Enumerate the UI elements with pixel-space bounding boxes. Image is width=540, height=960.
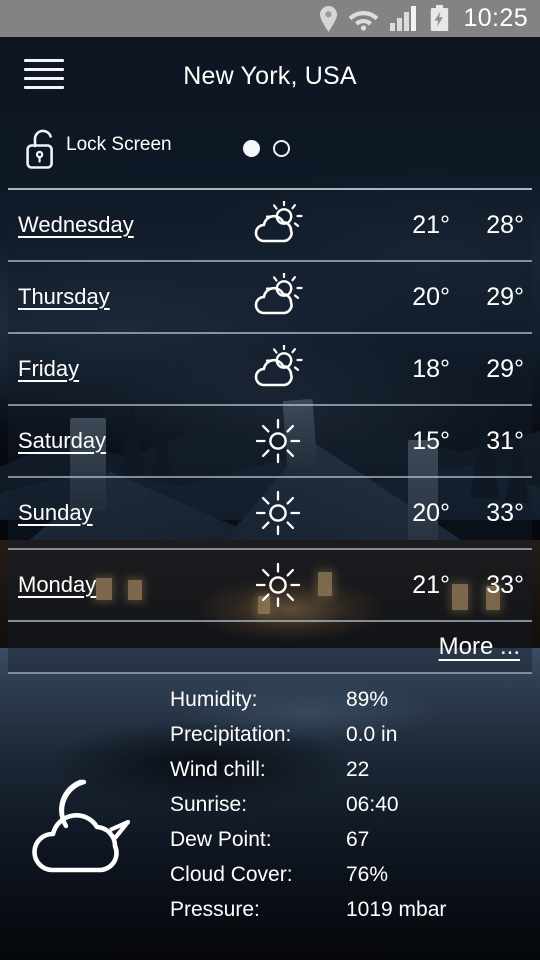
detail-row: Pressure: 1019 mbar [0, 898, 540, 933]
detail-value: 06:40 [346, 793, 399, 816]
lock-screen-label: Lock Screen [66, 134, 172, 155]
detail-label: Wind chill: [170, 758, 266, 781]
forecast-low: 21° [412, 570, 450, 599]
forecast-day[interactable]: Friday [18, 356, 79, 382]
forecast-low: 20° [412, 282, 450, 311]
detail-value: 1019 mbar [346, 898, 447, 921]
table-row[interactable]: Sunday 20° 33° [8, 478, 532, 550]
forecast-day[interactable]: Wednesday [18, 212, 134, 238]
unlocked-padlock-icon[interactable] [26, 126, 59, 172]
forecast-high: 29° [486, 282, 524, 311]
weather-app-screen: 10:25 New York, USA Lock Screen Wednesda… [0, 0, 540, 960]
hamburger-menu-icon[interactable] [24, 55, 64, 93]
detail-label: Humidity: [170, 688, 258, 711]
sunny-icon [246, 561, 310, 609]
forecast-high: 33° [486, 498, 524, 527]
forecast-panel: Wednesday 21° 28° Thursday 20° 29° Frida… [8, 188, 532, 674]
detail-label: Precipitation: [170, 723, 292, 746]
status-bar: 10:25 [0, 0, 540, 37]
detail-value: 22 [346, 758, 370, 781]
forecast-high: 28° [486, 210, 524, 239]
app-header: New York, USA [0, 37, 540, 115]
page-dot-active[interactable] [243, 140, 260, 157]
detail-label: Sunrise: [170, 793, 248, 816]
forecast-day[interactable]: Thursday [18, 284, 110, 310]
forecast-high: 33° [486, 570, 524, 599]
detail-value: 89% [346, 688, 389, 711]
detail-label: Dew Point: [170, 828, 272, 851]
forecast-day[interactable]: Monday [18, 572, 96, 598]
table-row[interactable]: Saturday 15° 31° [8, 406, 532, 478]
signal-bars-icon [390, 6, 417, 31]
partly-cloudy-icon [246, 345, 310, 393]
more-row: More ... [8, 622, 532, 672]
detail-label: Pressure: [170, 898, 260, 921]
status-bar-clock: 10:25 [463, 4, 528, 32]
detail-value: 0.0 in [346, 723, 398, 746]
forecast-high: 31° [486, 426, 524, 455]
forecast-low: 21° [412, 210, 450, 239]
more-link[interactable]: More ... [439, 633, 520, 661]
lock-screen-row: Lock Screen [0, 122, 540, 178]
forecast-low: 18° [412, 354, 450, 383]
table-row[interactable]: Thursday 20° 29° [8, 262, 532, 334]
forecast-high: 29° [486, 354, 524, 383]
page-indicator[interactable] [243, 140, 290, 157]
detail-row: Dew Point: 67 [0, 828, 540, 863]
forecast-day[interactable]: Saturday [18, 428, 106, 454]
page-dot-inactive[interactable] [273, 140, 290, 157]
forecast-low: 15° [412, 426, 450, 455]
table-row[interactable]: Wednesday 21° 28° [8, 190, 532, 262]
page-title: New York, USA [183, 61, 357, 90]
detail-value: 67 [346, 828, 370, 851]
partly-cloudy-icon [246, 273, 310, 321]
detail-row: Humidity: 89% [0, 688, 540, 723]
location-pin-icon [320, 5, 338, 32]
details-panel: Humidity: 89% Precipitation: 0.0 in Wind… [0, 688, 540, 960]
wifi-icon [349, 10, 379, 31]
detail-row: Cloud Cover: 76% [0, 863, 540, 898]
partly-cloudy-icon [246, 201, 310, 249]
detail-value: 76% [346, 863, 389, 886]
forecast-low: 20° [412, 498, 450, 527]
detail-row: Precipitation: 0.0 in [0, 723, 540, 758]
forecast-day[interactable]: Sunday [18, 500, 93, 526]
sunny-icon [246, 489, 310, 537]
detail-row: Wind chill: 22 [0, 758, 540, 793]
battery-charging-icon [431, 5, 449, 31]
table-row[interactable]: Monday 21° 33° [8, 550, 532, 622]
table-row[interactable]: Friday 18° 29° [8, 334, 532, 406]
sunny-icon [246, 417, 310, 465]
detail-row: Sunrise: 06:40 [0, 793, 540, 828]
detail-label: Cloud Cover: [170, 863, 293, 886]
